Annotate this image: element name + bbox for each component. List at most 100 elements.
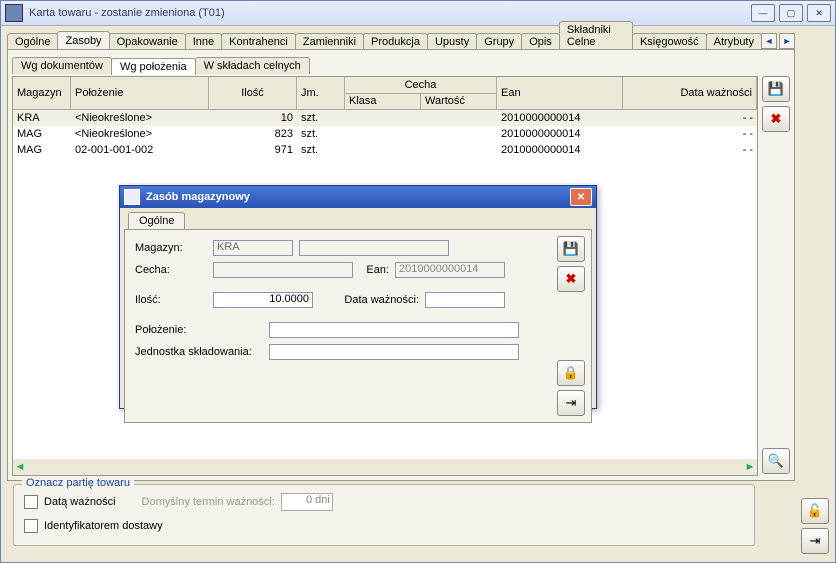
label-cecha: Cecha: bbox=[135, 264, 207, 276]
checkbox-ident-dostawy[interactable] bbox=[24, 519, 38, 533]
col-jm[interactable]: Jm. bbox=[297, 77, 345, 109]
tab-ogolne[interactable]: Ogólne bbox=[7, 33, 58, 50]
grid-search-button[interactable]: 🔍 bbox=[762, 448, 790, 474]
dialog-close-button[interactable]: ✕ bbox=[570, 188, 592, 206]
col-cecha: Cecha bbox=[345, 78, 496, 94]
cell-magazyn: KRA bbox=[13, 112, 71, 124]
cell-ean: 2010000000014 bbox=[497, 112, 623, 124]
cell-data: - - bbox=[623, 112, 757, 124]
cell-polozenie: 02-001-001-002 bbox=[71, 144, 209, 156]
label-default-term: Domyślny termin ważności: bbox=[142, 496, 275, 508]
label-ilosc: Ilość: bbox=[135, 294, 207, 306]
cell-polozenie: <Nieokreślone> bbox=[71, 112, 209, 124]
tab-scroll-right-icon[interactable]: ► bbox=[779, 33, 795, 49]
dialog-panel: Magazyn: KRA Cecha: Ean: 2010000000014 I… bbox=[124, 229, 592, 423]
label-polozenie: Położenie: bbox=[135, 324, 263, 336]
field-ilosc[interactable]: 10.0000 bbox=[213, 292, 313, 308]
dialog-lock-button[interactable]: 🔒 bbox=[557, 360, 585, 386]
table-row[interactable]: MAG <Nieokreślone> 823 szt. 201000000001… bbox=[13, 126, 757, 142]
cell-polozenie: <Nieokreślone> bbox=[71, 128, 209, 140]
label-data-waznosci: Datą ważności bbox=[44, 496, 116, 508]
tab-inne[interactable]: Inne bbox=[185, 33, 222, 50]
field-data-waznosci[interactable] bbox=[425, 292, 505, 308]
label-ean: Ean: bbox=[359, 264, 389, 276]
field-magazyn: KRA bbox=[213, 240, 293, 256]
dialog-save-button[interactable]: 💾 bbox=[557, 236, 585, 262]
field-jednostka[interactable] bbox=[269, 344, 519, 360]
cell-jm: szt. bbox=[297, 128, 345, 140]
window-exit-button[interactable]: ⇥ bbox=[801, 528, 829, 554]
cell-ilosc: 971 bbox=[209, 144, 297, 156]
save-icon: 💾 bbox=[563, 241, 579, 257]
tab-scroll-left-icon[interactable]: ◄ bbox=[761, 33, 777, 49]
exit-icon: ⇥ bbox=[566, 395, 577, 411]
tab-zamienniki[interactable]: Zamienniki bbox=[295, 33, 364, 50]
tab-upusty[interactable]: Upusty bbox=[427, 33, 477, 50]
table-row[interactable]: MAG 02-001-001-002 971 szt. 201000000001… bbox=[13, 142, 757, 158]
delete-icon: ✖ bbox=[771, 111, 782, 127]
subtab-wg-polozenia[interactable]: Wg położenia bbox=[111, 58, 196, 75]
lock-icon: 🔒 bbox=[563, 365, 579, 381]
label-magazyn: Magazyn: bbox=[135, 242, 207, 254]
table-row[interactable]: KRA <Nieokreślone> 10 szt. 2010000000014… bbox=[13, 110, 757, 126]
sub-tabstrip: Wg dokumentów Wg położenia W składach ce… bbox=[12, 54, 794, 74]
tab-kontrahenci[interactable]: Kontrahenci bbox=[221, 33, 296, 50]
tab-opakowanie[interactable]: Opakowanie bbox=[109, 33, 186, 50]
field-magazyn-desc bbox=[299, 240, 449, 256]
titlebar[interactable]: Karta towaru - zostanie zmieniona (T01) … bbox=[1, 1, 835, 26]
cell-ean: 2010000000014 bbox=[497, 128, 623, 140]
maximize-button[interactable]: ▢ bbox=[779, 4, 803, 22]
save-icon: 💾 bbox=[768, 81, 784, 97]
cell-ean: 2010000000014 bbox=[497, 144, 623, 156]
exit-icon: ⇥ bbox=[810, 533, 821, 549]
tab-skladniki-celne[interactable]: Składniki Celne bbox=[559, 21, 633, 50]
batch-groupbox: Oznacz partię towaru Datą ważności Domyś… bbox=[13, 484, 755, 546]
field-ean: 2010000000014 bbox=[395, 262, 505, 278]
cell-ilosc: 10 bbox=[209, 112, 297, 124]
tab-produkcja[interactable]: Produkcja bbox=[363, 33, 428, 50]
col-ilosc[interactable]: Ilość bbox=[209, 77, 297, 109]
minimize-button[interactable]: — bbox=[751, 4, 775, 22]
grid-save-button[interactable]: 💾 bbox=[762, 76, 790, 102]
col-data-waznosci[interactable]: Data ważności bbox=[623, 77, 757, 109]
close-button[interactable]: ✕ bbox=[807, 4, 831, 22]
scroll-right-icon[interactable]: ► bbox=[743, 461, 757, 473]
subtab-wg-dokumentow[interactable]: Wg dokumentów bbox=[12, 57, 112, 74]
app-icon bbox=[5, 4, 23, 22]
tab-atrybuty[interactable]: Atrybuty bbox=[706, 33, 762, 50]
main-window: Karta towaru - zostanie zmieniona (T01) … bbox=[0, 0, 836, 563]
subtab-w-skladach-celnych[interactable]: W składach celnych bbox=[195, 57, 310, 74]
field-polozenie[interactable] bbox=[269, 322, 519, 338]
tab-grupy[interactable]: Grupy bbox=[476, 33, 522, 50]
col-ean[interactable]: Ean bbox=[497, 77, 623, 109]
default-term-input[interactable]: 0 dni bbox=[281, 493, 333, 511]
grid-delete-button[interactable]: ✖ bbox=[762, 106, 790, 132]
tab-ksiegowosc[interactable]: Księgowość bbox=[632, 33, 707, 50]
dialog-tab-ogolne[interactable]: Ogólne bbox=[128, 212, 185, 229]
window-lock-button[interactable]: 🔓 bbox=[801, 498, 829, 524]
col-polozenie[interactable]: Położenie bbox=[71, 77, 209, 109]
cell-jm: szt. bbox=[297, 144, 345, 156]
label-ident-dostawy: Identyfikatorem dostawy bbox=[44, 520, 163, 532]
lock-icon: 🔓 bbox=[807, 503, 823, 519]
dialog-cancel-button[interactable]: ✖ bbox=[557, 266, 585, 292]
cell-magazyn: MAG bbox=[13, 128, 71, 140]
dialog-exit-button[interactable]: ⇥ bbox=[557, 390, 585, 416]
checkbox-data-waznosci[interactable] bbox=[24, 495, 38, 509]
cell-jm: szt. bbox=[297, 112, 345, 124]
dialog-titlebar[interactable]: Zasób magazynowy ✕ bbox=[120, 186, 596, 208]
tab-zasoby[interactable]: Zasoby bbox=[57, 31, 109, 49]
main-tabstrip: Ogólne Zasoby Opakowanie Inne Kontrahenc… bbox=[7, 29, 795, 49]
tab-opis[interactable]: Opis bbox=[521, 33, 560, 50]
col-klasa: Klasa bbox=[345, 94, 421, 109]
cell-data: - - bbox=[623, 144, 757, 156]
col-magazyn[interactable]: Magazyn bbox=[13, 77, 71, 109]
label-jednostka: Jednostka składowania: bbox=[135, 346, 263, 358]
scroll-left-icon[interactable]: ◄ bbox=[13, 461, 27, 473]
search-icon: 🔍 bbox=[768, 453, 784, 469]
grid-header: Magazyn Położenie Ilość Jm. Cecha Klasa … bbox=[13, 77, 757, 110]
col-wartosc: Wartość bbox=[421, 94, 496, 109]
grid-hscrollbar[interactable]: ◄ ► bbox=[12, 459, 758, 476]
field-cecha bbox=[213, 262, 353, 278]
col-cecha-group[interactable]: Cecha Klasa Wartość bbox=[345, 77, 497, 109]
